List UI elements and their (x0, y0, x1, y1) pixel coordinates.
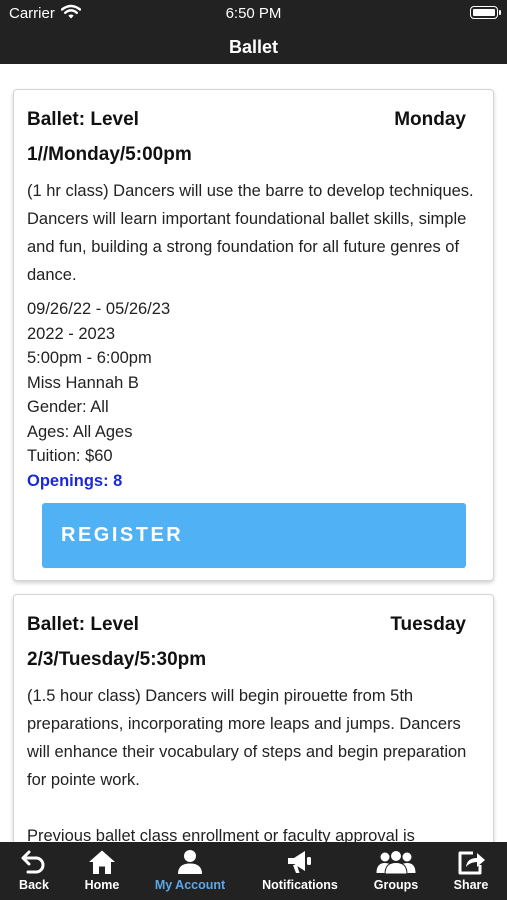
tab-back[interactable]: Back (8, 842, 60, 900)
group-icon (376, 849, 416, 880)
class-title: Ballet: Level (27, 614, 139, 635)
back-arrow-icon (20, 849, 48, 880)
tab-share[interactable]: Share (448, 842, 494, 900)
tab-label: Share (453, 878, 489, 892)
tab-home[interactable]: Home (77, 842, 127, 900)
tab-label: Home (84, 878, 120, 892)
share-icon (456, 849, 486, 880)
page-title: Ballet (228, 37, 279, 57)
class-title: Ballet: Level (27, 109, 139, 130)
class-time: 5:00pm - 6:00pm (27, 349, 152, 367)
class-day: Monday (394, 109, 466, 130)
tab-groups[interactable]: Groups (368, 842, 424, 900)
class-day: Tuesday (390, 614, 466, 635)
tab-bar: Back Home My Account Notifications Group… (0, 842, 507, 900)
navigation-bar: Ballet (0, 28, 507, 64)
class-details: 09/26/22 - 05/26/23 2022 - 2023 5:00pm -… (27, 297, 480, 493)
class-prerequisite-note: Previous ballet class enrollment or facu… (27, 827, 415, 842)
tab-label: My Account (154, 878, 226, 892)
tab-label: Back (19, 878, 49, 892)
class-header: Ballet: Level Tuesday (27, 612, 480, 638)
class-description: (1 hr class) Dancers will use the barre … (27, 182, 474, 284)
class-subtitle: 2/3/Tuesday/5:30pm (27, 649, 207, 670)
class-card: Ballet: Level Tuesday 2/3/Tuesday/5:30pm… (13, 594, 494, 842)
class-list[interactable]: Ballet: Level Monday 1//Monday/5:00pm (1… (0, 64, 507, 842)
class-gender: Gender: All (27, 398, 109, 416)
class-ages: Ages: All Ages (27, 422, 133, 441)
class-header: Ballet: Level Monday (27, 107, 480, 133)
tab-notifications[interactable]: Notifications (255, 842, 345, 900)
battery-tip (499, 10, 501, 15)
class-openings: Openings: 8 (27, 471, 123, 490)
register-button[interactable]: REGISTER (42, 503, 466, 568)
class-tuition: Tuition: $60 (27, 447, 113, 465)
status-time: 6:50 PM (225, 5, 282, 22)
class-card: Ballet: Level Monday 1//Monday/5:00pm (1… (13, 89, 494, 581)
tab-label: Groups (373, 878, 419, 892)
status-bar: Carrier 6:50 PM (0, 0, 507, 28)
battery-icon (470, 6, 498, 19)
tab-label: Notifications (262, 878, 338, 892)
class-dates: 09/26/22 - 05/26/23 (27, 300, 171, 318)
class-season: 2022 - 2023 (27, 324, 116, 343)
home-icon (88, 849, 116, 880)
tab-my-account[interactable]: My Account (148, 842, 232, 900)
person-icon (176, 849, 204, 880)
megaphone-icon (286, 849, 314, 880)
class-description: (1.5 hour class) Dancers will begin piro… (27, 687, 467, 789)
class-instructor: Miss Hannah B (27, 373, 139, 392)
class-subtitle: 1//Monday/5:00pm (27, 144, 192, 165)
